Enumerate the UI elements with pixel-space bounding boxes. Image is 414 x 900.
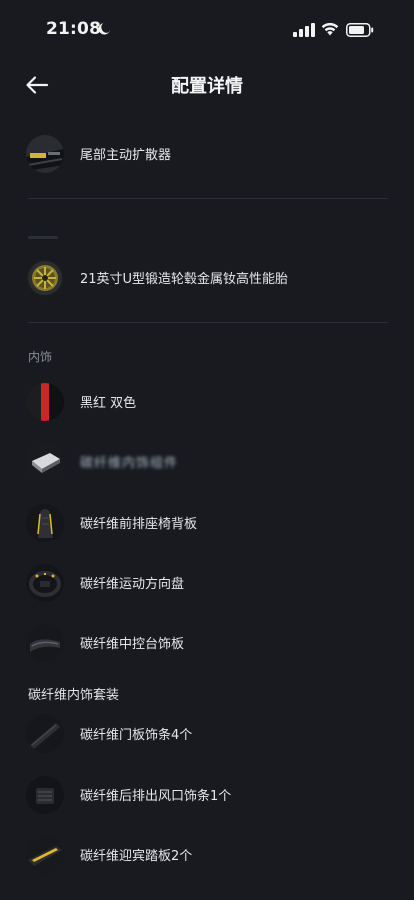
list-item-steering-wheel[interactable]: 碳纤维运动方向盘	[0, 560, 414, 604]
center-console-icon	[26, 624, 64, 662]
group-title-carbon-kit: 碳纤维内饰套装	[28, 688, 120, 703]
list-item-color[interactable]: 黑红 双色	[0, 379, 414, 423]
list-item-label: 碳纤维运动方向盘	[80, 577, 185, 592]
steering-wheel-icon	[26, 564, 64, 602]
list-item-door-trim[interactable]: 碳纤维门板饰条4个	[0, 711, 414, 755]
divider	[28, 198, 388, 199]
section-label-faded	[28, 236, 58, 239]
wheel-icon	[26, 259, 64, 297]
sill-plate-icon	[26, 836, 64, 874]
seat-back-icon	[26, 504, 64, 542]
list-item-sill-plate[interactable]: 碳纤维迎宾踏板2个	[0, 832, 414, 876]
list-item-label: 碳纤维前排座椅背板	[80, 517, 198, 532]
carbon-part-icon	[26, 443, 64, 481]
list-item-label: 21英寸U型锻造轮毂金属钕高性能胎	[80, 272, 289, 287]
list-item-label: 黑红 双色	[80, 396, 137, 411]
list-item-air-vent[interactable]: 碳纤维后排出风口饰条1个	[0, 772, 414, 816]
list-item-label: 碳纤维后排出风口饰条1个	[80, 789, 232, 804]
page-title: 配置详情	[171, 76, 243, 97]
list-item-label: 碳纤维中控台饰板	[80, 637, 185, 652]
list-item-seat-back[interactable]: 碳纤维前排座椅背板	[0, 500, 414, 544]
wifi-icon	[321, 22, 339, 36]
air-vent-icon	[26, 776, 64, 814]
list-item-center-console[interactable]: 碳纤维中控台饰板	[0, 620, 414, 664]
cellular-signal-icon	[293, 23, 315, 37]
battery-icon	[346, 23, 374, 37]
list-item-rear-diffuser[interactable]: 尾部主动扩散器	[0, 131, 414, 175]
list-item-wheel[interactable]: 21英寸U型锻造轮毂金属钕高性能胎	[0, 255, 414, 299]
moon-icon	[98, 23, 110, 35]
rear-diffuser-icon	[26, 135, 64, 173]
scroll-fade	[0, 108, 414, 122]
divider	[28, 322, 388, 323]
status-time: 21:08	[46, 19, 102, 39]
list-item-label: 尾部主动扩散器	[80, 148, 172, 163]
list-item-label: 碳纤维迎宾踏板2个	[80, 849, 193, 864]
color-swatch-icon	[26, 383, 64, 421]
list-item-label: 碳纤维门板饰条4个	[80, 728, 193, 743]
nav-bar: 配置详情	[0, 62, 414, 108]
door-trim-icon	[26, 715, 64, 753]
section-title-interior: 内饰	[28, 350, 53, 364]
status-bar: 21:08	[0, 0, 414, 56]
list-item-label: 碳纤维内饰组件	[80, 456, 179, 471]
list-item-carbon-part[interactable]: 碳纤维内饰组件	[0, 439, 414, 483]
